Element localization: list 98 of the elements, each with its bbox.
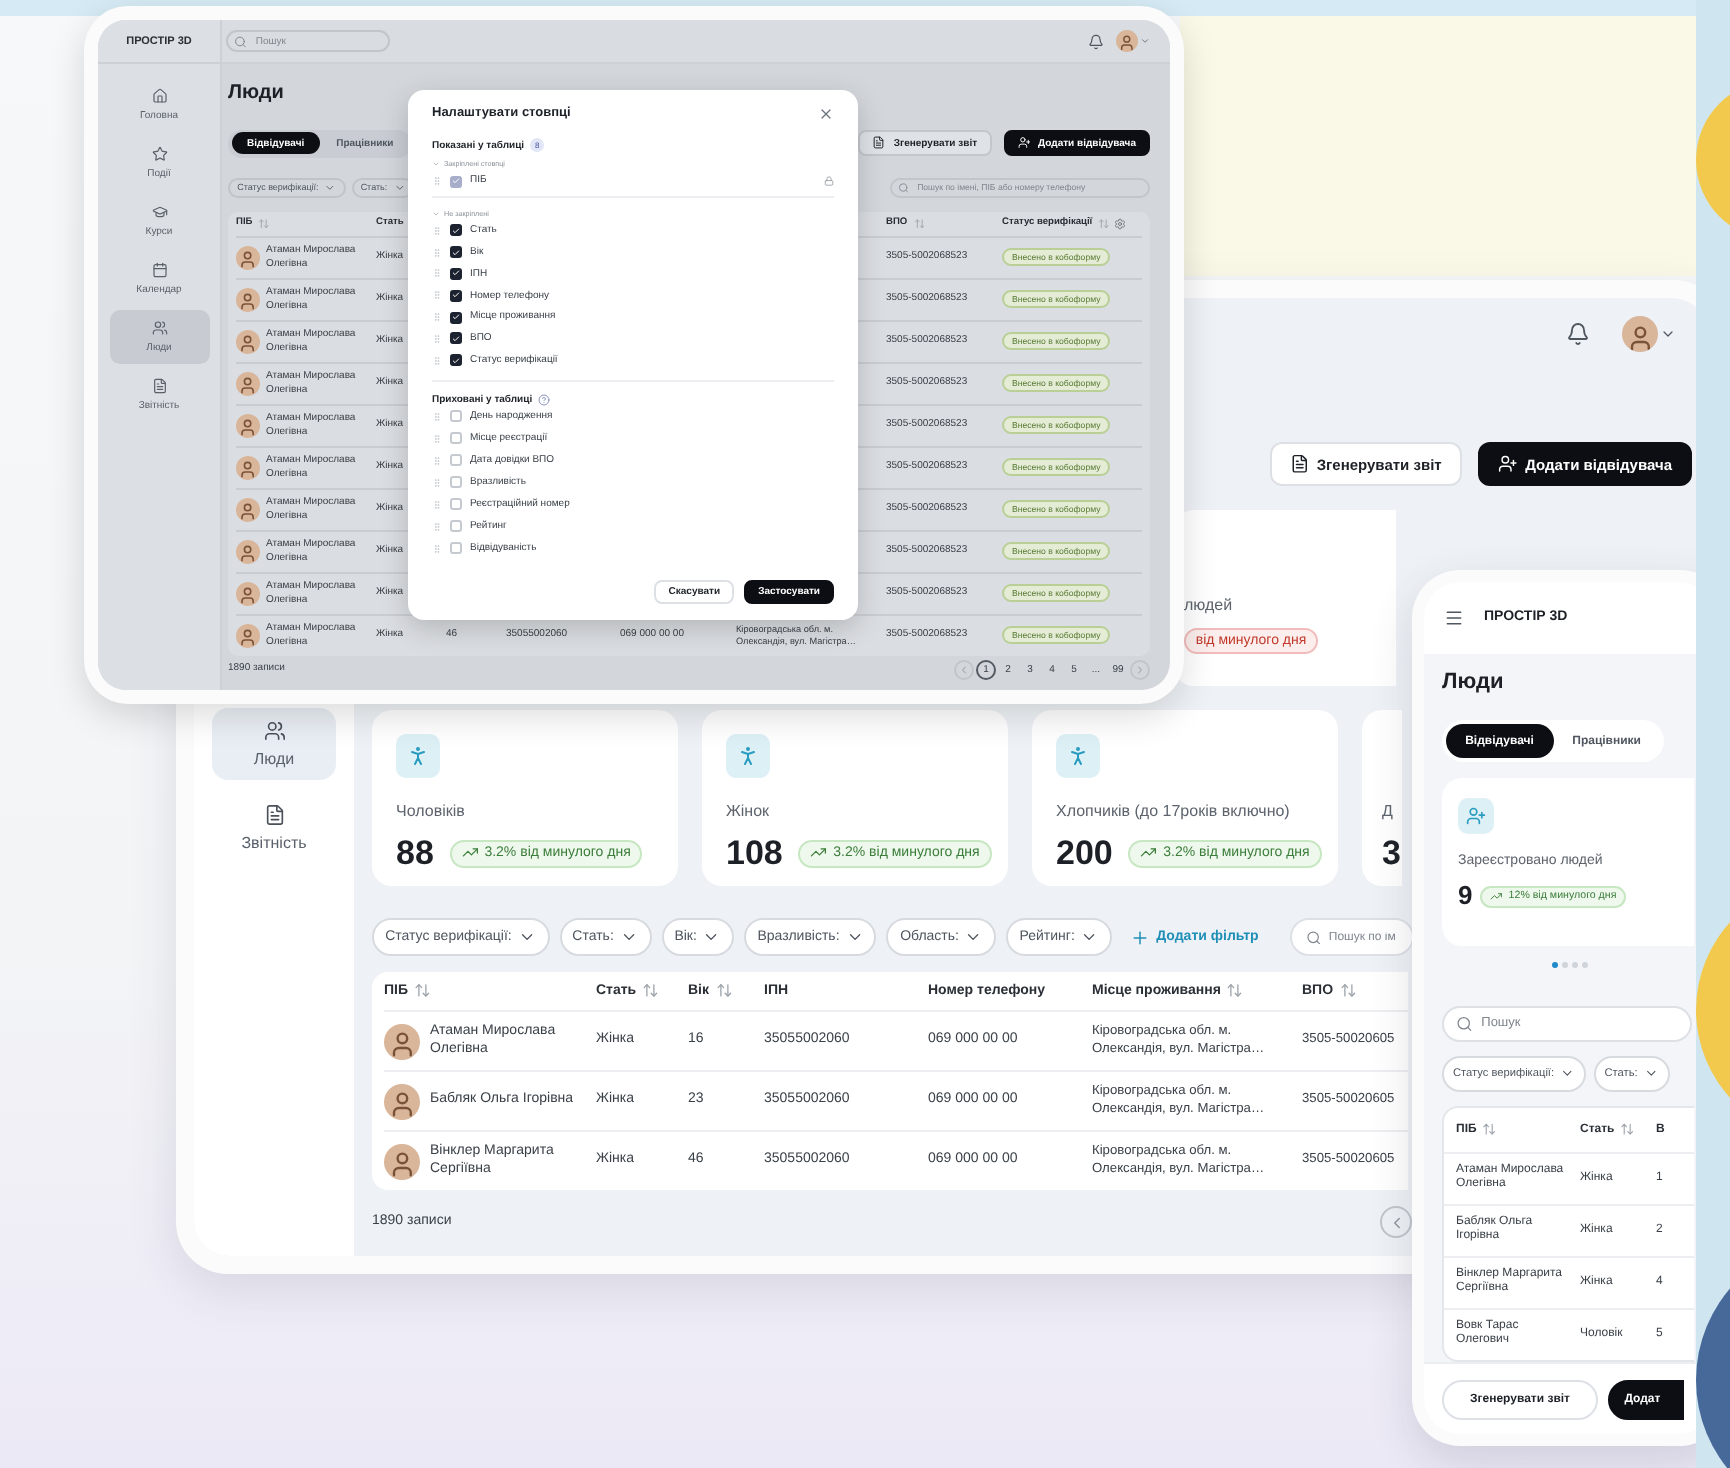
checkbox[interactable] bbox=[450, 267, 462, 280]
chevron-down-icon bbox=[324, 181, 337, 193]
avatar bbox=[384, 1023, 420, 1059]
close-icon[interactable] bbox=[818, 106, 834, 123]
trend-up-icon bbox=[461, 844, 479, 862]
chevron-down-icon bbox=[1560, 1066, 1575, 1081]
card-value: 88 bbox=[396, 832, 434, 875]
bell-icon[interactable] bbox=[1566, 322, 1590, 346]
checkbox[interactable] bbox=[450, 542, 462, 555]
walking-person-icon bbox=[726, 734, 770, 778]
avatar bbox=[236, 245, 260, 269]
checkbox[interactable] bbox=[450, 332, 462, 345]
walking-person-icon bbox=[396, 734, 440, 778]
sort-icon[interactable] bbox=[414, 982, 431, 1000]
avatar bbox=[1622, 316, 1658, 352]
checkbox[interactable] bbox=[450, 520, 462, 533]
checkbox[interactable] bbox=[450, 498, 462, 511]
previous-page-button[interactable] bbox=[954, 659, 974, 679]
sort-icon[interactable] bbox=[258, 217, 270, 229]
avatar bbox=[1116, 30, 1138, 52]
avatar bbox=[236, 287, 260, 311]
avatar bbox=[236, 623, 260, 647]
checkbox[interactable] bbox=[450, 476, 462, 489]
sort-icon[interactable] bbox=[1339, 982, 1356, 1000]
calendar-icon bbox=[151, 262, 167, 279]
sort-icon[interactable] bbox=[913, 217, 925, 229]
add-person-icon bbox=[1497, 454, 1518, 474]
sort-icon[interactable] bbox=[642, 982, 659, 1000]
sort-icon[interactable] bbox=[715, 982, 732, 1000]
checkbox[interactable] bbox=[450, 454, 462, 467]
checkbox[interactable] bbox=[450, 246, 462, 259]
search-icon bbox=[1305, 929, 1321, 945]
walking-person-icon bbox=[1056, 734, 1100, 778]
checkbox[interactable] bbox=[450, 289, 462, 302]
avatar bbox=[236, 497, 260, 521]
people-icon bbox=[263, 720, 285, 742]
trend-up-icon bbox=[810, 844, 828, 862]
chevron-left-icon bbox=[958, 663, 970, 675]
add-person-icon bbox=[1458, 798, 1494, 835]
search-icon bbox=[234, 34, 248, 48]
trend-up-icon bbox=[1489, 889, 1503, 903]
card-value: 3 bbox=[1382, 832, 1401, 875]
checkbox[interactable] bbox=[450, 354, 462, 367]
card-value: 9 bbox=[1458, 880, 1473, 913]
card-label: Жінок bbox=[726, 802, 770, 822]
plus-icon bbox=[1130, 927, 1151, 947]
checkbox[interactable] bbox=[450, 175, 462, 188]
sort-icon[interactable] bbox=[1620, 1122, 1635, 1137]
card-label: людей bbox=[1184, 596, 1233, 616]
page-dot[interactable] bbox=[1572, 962, 1578, 969]
page-title: Люди bbox=[1442, 670, 1504, 698]
checkbox[interactable] bbox=[450, 410, 462, 423]
next-page-button[interactable] bbox=[1130, 659, 1150, 679]
avatar bbox=[384, 1143, 420, 1179]
avatar bbox=[236, 329, 260, 353]
card-value: 200 bbox=[1056, 832, 1113, 875]
chevron-down-icon bbox=[1643, 1066, 1659, 1081]
home-icon bbox=[151, 88, 167, 105]
checkbox[interactable] bbox=[450, 432, 462, 445]
checkbox[interactable] bbox=[450, 224, 462, 237]
page-dot[interactable] bbox=[1552, 962, 1558, 969]
people-icon bbox=[151, 320, 167, 337]
search-icon bbox=[1456, 1015, 1474, 1032]
chevron-down-icon bbox=[1660, 326, 1676, 342]
graduation-cap-icon bbox=[151, 204, 167, 221]
nav-item[interactable]: Звітність bbox=[212, 792, 336, 864]
menu-icon[interactable] bbox=[1444, 608, 1464, 628]
search-icon bbox=[898, 181, 910, 193]
chevron-down-icon bbox=[393, 181, 405, 193]
page-dot[interactable] bbox=[1562, 962, 1568, 969]
trend-up-icon bbox=[1140, 844, 1158, 862]
chevron-right-icon bbox=[1134, 663, 1146, 675]
sort-icon[interactable] bbox=[1482, 1122, 1497, 1137]
card-label: Д bbox=[1382, 802, 1393, 822]
card-value: 108 bbox=[726, 832, 783, 875]
page-title: Люди bbox=[228, 82, 286, 107]
avatar bbox=[236, 539, 260, 563]
add-person-icon bbox=[1017, 136, 1031, 150]
document-icon bbox=[1289, 454, 1309, 474]
page-dot[interactable] bbox=[1582, 962, 1588, 969]
document-icon bbox=[872, 136, 886, 150]
document-icon bbox=[151, 378, 167, 395]
avatar bbox=[236, 581, 260, 605]
sort-icon[interactable] bbox=[1226, 982, 1244, 1000]
avatar bbox=[236, 371, 260, 395]
sort-icon[interactable] bbox=[1098, 217, 1110, 229]
star-icon bbox=[151, 146, 167, 163]
card-label: Хлопчиків (до 17років включно) bbox=[1056, 802, 1290, 822]
chevron-down-icon bbox=[1140, 36, 1150, 46]
help-icon bbox=[538, 393, 551, 406]
nav-item[interactable]: Люди bbox=[212, 708, 336, 780]
settings-icon[interactable] bbox=[1114, 217, 1126, 229]
document-icon bbox=[263, 804, 285, 826]
avatar bbox=[236, 413, 260, 437]
avatar bbox=[384, 1083, 420, 1119]
card-label: Чоловіків bbox=[396, 802, 465, 822]
bell-icon[interactable] bbox=[1088, 33, 1104, 49]
avatar bbox=[236, 455, 260, 479]
